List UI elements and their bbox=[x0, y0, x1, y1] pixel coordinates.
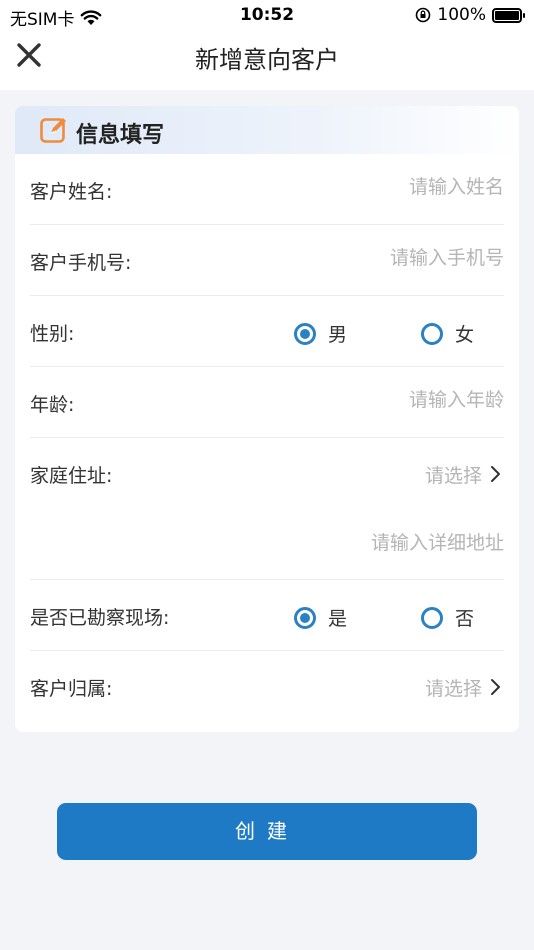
phone-row: 客户手机号: bbox=[30, 225, 504, 296]
age-input[interactable] bbox=[284, 389, 504, 411]
address-select[interactable]: 请选择 bbox=[425, 461, 482, 488]
survey-option-yes[interactable]: 是 bbox=[294, 604, 347, 631]
survey-option-label: 是 bbox=[328, 608, 348, 630]
page-title: 新增意向客户 bbox=[195, 46, 339, 74]
survey-label: 是否已勘察现场: bbox=[30, 607, 170, 629]
phone-input[interactable] bbox=[264, 247, 504, 269]
form-card: 信息填写 客户姓名: 客户手机号: 性别: 男 女 年龄: 家庭住址: 请选择 bbox=[15, 106, 519, 732]
gender-option-female[interactable]: 女 bbox=[421, 320, 474, 347]
age-row: 年龄: bbox=[30, 367, 504, 438]
phone-label: 客户手机号: bbox=[30, 252, 132, 274]
radio-unchecked-icon bbox=[421, 606, 443, 629]
owner-row: 客户归属: 请选择 bbox=[30, 651, 504, 722]
name-label: 客户姓名: bbox=[30, 181, 113, 203]
age-label: 年龄: bbox=[30, 394, 75, 416]
edit-icon bbox=[40, 118, 66, 143]
status-bar: 无SIM卡 10:52 100% bbox=[0, 0, 534, 30]
create-button[interactable]: 创建 bbox=[57, 803, 477, 860]
battery-text: 100% bbox=[437, 5, 486, 25]
gender-row: 性别: 男 女 bbox=[30, 296, 504, 367]
chevron-right-icon[interactable] bbox=[488, 678, 502, 696]
name-row: 客户姓名: bbox=[30, 154, 504, 225]
section-title: 信息填写 bbox=[76, 123, 165, 148]
status-right: 100% bbox=[415, 5, 525, 25]
survey-option-no[interactable]: 否 bbox=[421, 604, 474, 631]
chevron-right-icon[interactable] bbox=[488, 465, 502, 483]
radio-unchecked-icon bbox=[421, 322, 443, 345]
name-input[interactable] bbox=[284, 176, 504, 198]
gender-option-male[interactable]: 男 bbox=[294, 320, 347, 347]
section-header: 信息填写 bbox=[15, 106, 519, 154]
survey-row: 是否已勘察现场: 是 否 bbox=[30, 580, 504, 651]
nav-bar: 新增意向客户 bbox=[0, 30, 534, 90]
owner-select[interactable]: 请选择 bbox=[425, 674, 482, 701]
owner-label: 客户归属: bbox=[30, 678, 113, 700]
gender-option-label: 男 bbox=[328, 324, 348, 346]
radio-checked-icon bbox=[294, 606, 316, 629]
radio-checked-icon bbox=[294, 322, 316, 345]
address-label: 家庭住址: bbox=[30, 465, 113, 487]
address-row: 家庭住址: 请选择 bbox=[30, 438, 504, 580]
battery-icon bbox=[492, 7, 525, 23]
orientation-lock-icon bbox=[416, 7, 431, 23]
gender-label: 性别: bbox=[30, 323, 75, 345]
gender-option-label: 女 bbox=[455, 324, 475, 346]
address-detail-input[interactable] bbox=[224, 532, 504, 554]
survey-option-label: 否 bbox=[455, 608, 475, 630]
